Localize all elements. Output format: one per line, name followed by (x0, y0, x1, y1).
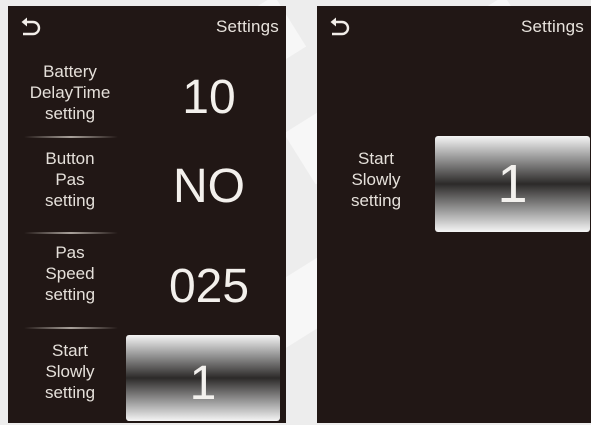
setting-row-start-slowly[interactable]: Start Slowly setting 1 (8, 332, 286, 423)
setting-row-battery-delay-time[interactable]: Battery DelayTime setting 10 (8, 56, 286, 142)
return-arrow-icon[interactable] (18, 16, 42, 40)
setting-value: 025 (168, 260, 250, 313)
setting-row-button-pas[interactable]: Button Pas setting NO (8, 146, 286, 232)
page-title: Settings (520, 17, 584, 36)
row-divider (24, 136, 118, 138)
settings-screen-detail: Settings Start Slowly setting 1 (317, 6, 591, 423)
page-title: Settings (215, 17, 279, 36)
setting-value: 10 (182, 71, 236, 124)
setting-value: 1 (189, 357, 217, 410)
selected-value-box[interactable]: 1 (126, 335, 280, 421)
row-divider (24, 327, 118, 329)
setting-value: 1 (497, 154, 528, 214)
setting-label: Start Slowly setting (350, 149, 402, 210)
value-selector-box[interactable]: 1 (435, 136, 590, 232)
top-bar: Settings (317, 6, 591, 50)
setting-label: Button Pas setting (44, 149, 96, 210)
setting-row-pas-speed[interactable]: Pas Speed setting 025 (8, 239, 286, 325)
setting-label: Battery DelayTime setting (29, 62, 111, 123)
setting-label: Pas Speed setting (44, 243, 96, 304)
top-bar: Settings (8, 6, 286, 50)
setting-label: Start Slowly setting (44, 341, 96, 402)
return-arrow-icon[interactable] (327, 16, 351, 40)
row-divider (24, 232, 118, 234)
setting-value: NO (173, 160, 245, 213)
settings-screen-list: Settings Battery DelayTime setting 10 Bu… (8, 6, 286, 423)
